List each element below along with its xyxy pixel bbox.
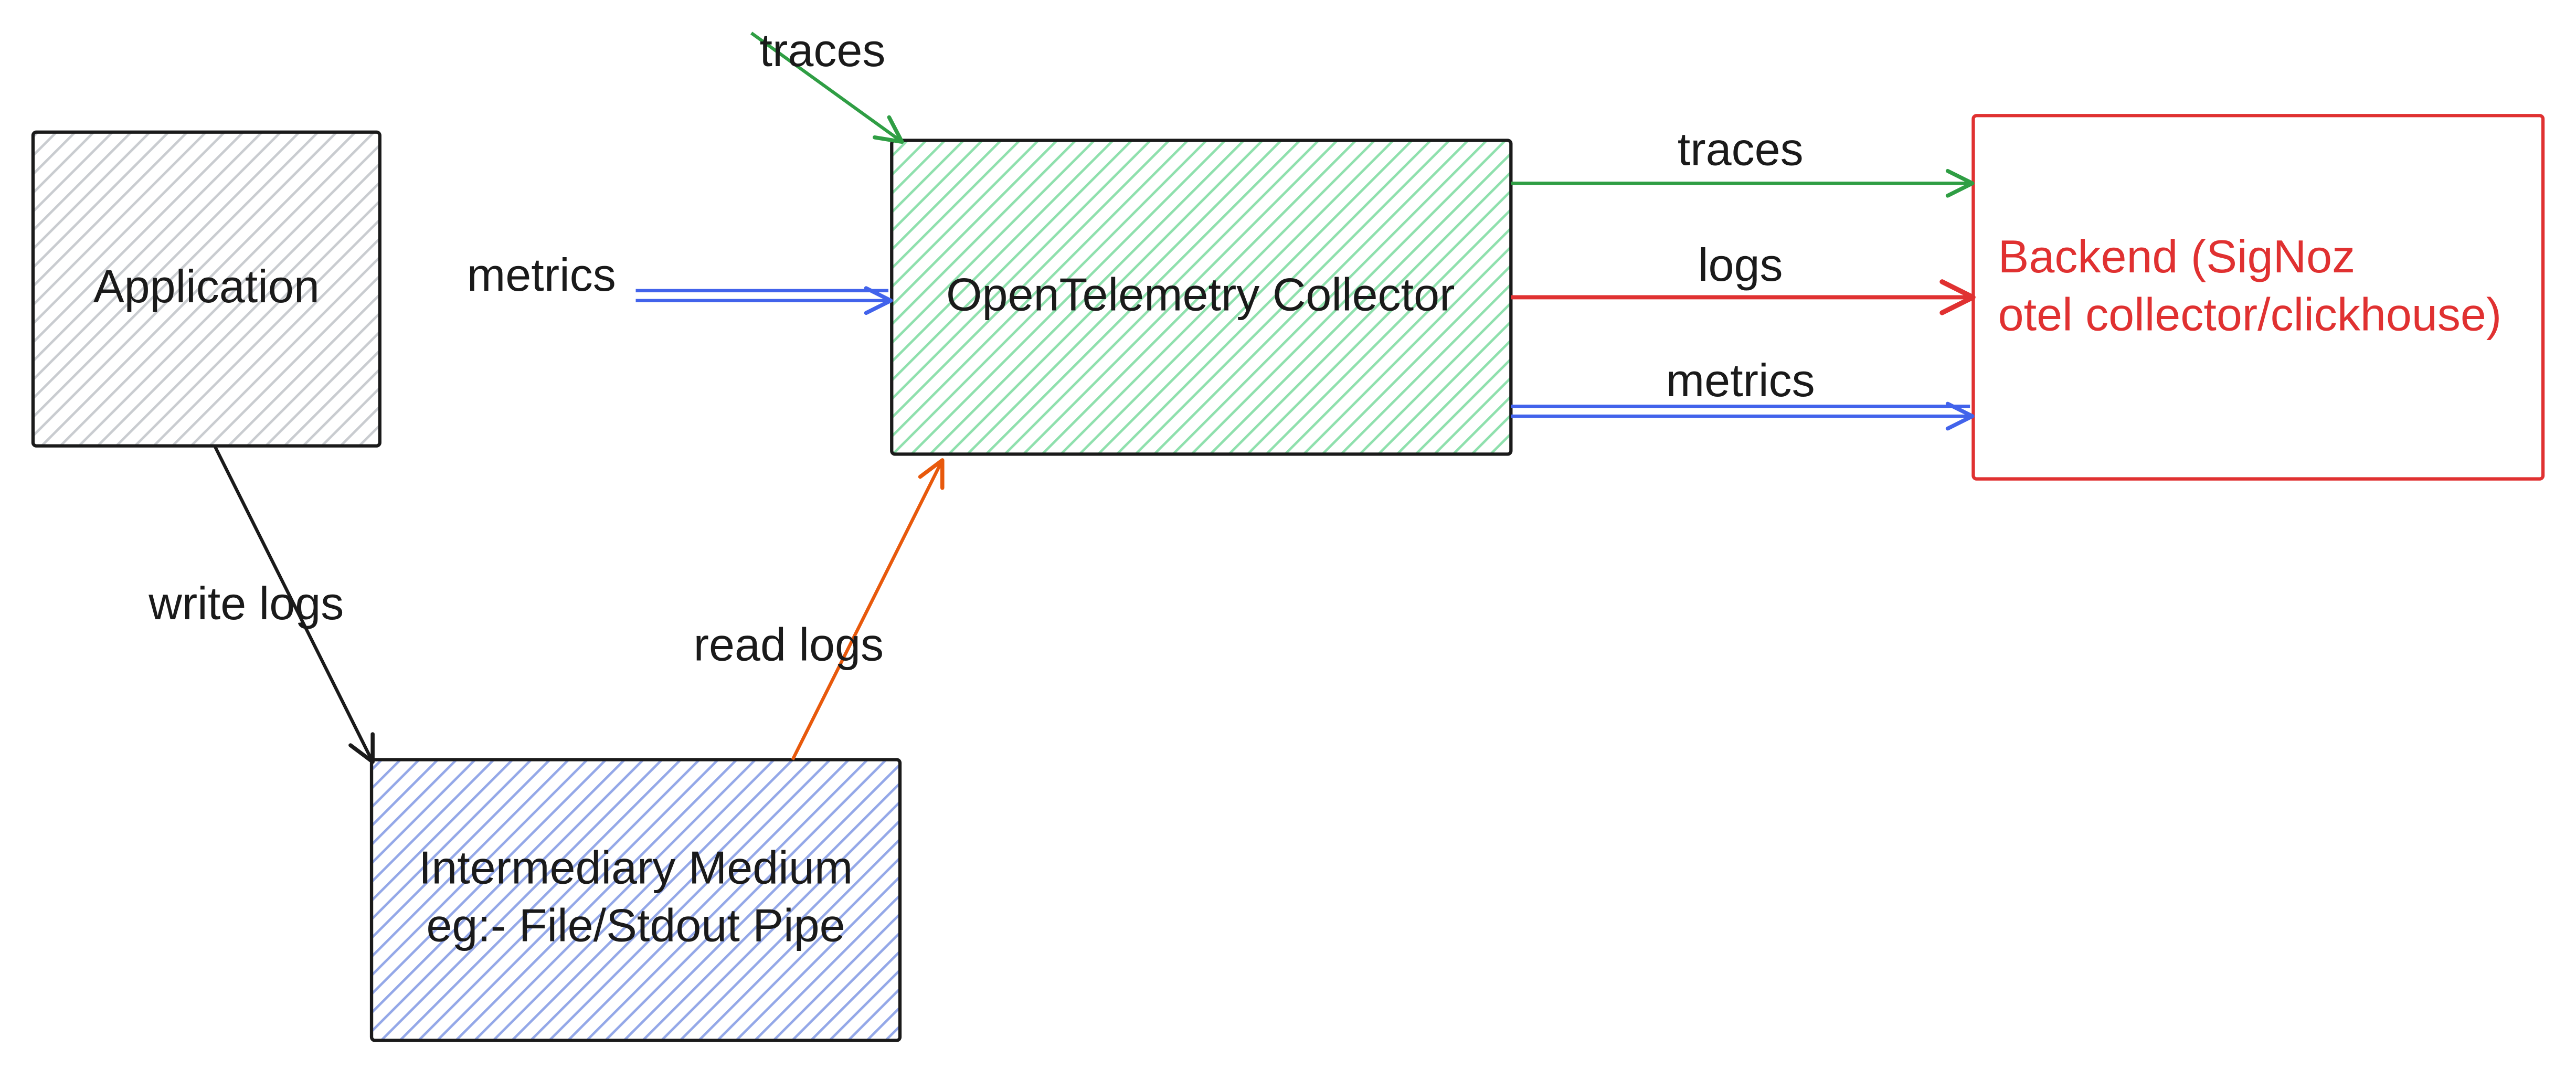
node-intermediary-line2: eg:- File/Stdout Pipe	[426, 899, 845, 951]
node-intermediary-line1: Intermediary Medium	[419, 842, 853, 894]
edge-traces-in: traces	[751, 24, 900, 141]
node-intermediary: Intermediary Medium eg:- File/Stdout Pip…	[372, 760, 900, 1041]
node-application-label: Application	[93, 260, 320, 312]
edge-metrics-out-label: metrics	[1666, 354, 1815, 406]
node-backend-line2: otel collector/clickhouse)	[1998, 288, 2502, 340]
edge-read-logs: read logs	[694, 462, 941, 759]
node-collector-label: OpenTelemetry Collector	[946, 269, 1455, 321]
edge-write-logs: write logs	[148, 446, 372, 760]
edge-metrics-in: metrics	[467, 249, 888, 301]
node-backend-line1: Backend (SigNoz	[1998, 230, 2356, 282]
edge-traces-out: traces	[1511, 123, 1970, 184]
edge-metrics-in-label: metrics	[467, 249, 616, 301]
edge-read-logs-label: read logs	[694, 619, 884, 671]
node-application: Application	[33, 132, 380, 446]
edge-metrics-out: metrics	[1511, 354, 1970, 416]
architecture-diagram: Application OpenTelemetry Collector Inte…	[0, 0, 2576, 1090]
edge-logs-out-label: logs	[1698, 239, 1783, 291]
node-backend: Backend (SigNoz otel collector/clickhous…	[1973, 115, 2543, 479]
edge-traces-out-label: traces	[1678, 123, 1804, 175]
edge-logs-out: logs	[1511, 239, 1970, 297]
edge-write-logs-label: write logs	[148, 577, 344, 629]
edge-traces-in-label: traces	[760, 24, 886, 76]
node-collector: OpenTelemetry Collector	[892, 140, 1511, 454]
